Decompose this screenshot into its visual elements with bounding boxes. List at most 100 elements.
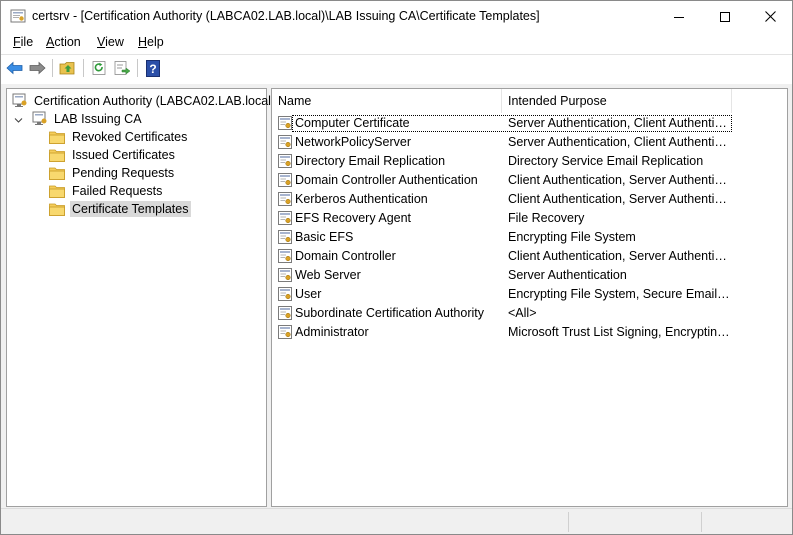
forward-button[interactable] (28, 59, 46, 77)
back-arrow-icon (6, 61, 23, 75)
template-name: Domain Controller Authentication (295, 173, 478, 187)
table-row[interactable]: Basic EFS Encrypting File System (272, 228, 787, 247)
tree-item-label: LAB Issuing CA (54, 111, 142, 126)
folder-icon (49, 148, 65, 162)
toolbar-separator (137, 59, 138, 77)
tree-item-label: Certificate Templates (70, 200, 191, 217)
menu-action[interactable]: Action (45, 35, 82, 49)
tree-item-label: Certification Authority (LABCA02.LAB.loc… (34, 93, 276, 108)
certificate-template-icon (278, 287, 292, 301)
certificate-template-icon (278, 192, 292, 206)
menu-bar: File Action View Help (1, 32, 792, 54)
certificate-template-icon (278, 135, 292, 149)
tree-item-lab-issuing-ca[interactable]: LAB Issuing CA (10, 110, 144, 127)
maximize-button[interactable] (702, 1, 748, 32)
template-name: Computer Certificate (295, 116, 410, 130)
forward-arrow-icon (29, 61, 46, 75)
export-list-button[interactable] (113, 59, 131, 77)
folder-icon (49, 202, 65, 216)
template-name: EFS Recovery Agent (295, 211, 412, 225)
certificate-template-icon (278, 325, 292, 339)
close-button[interactable] (747, 1, 793, 32)
template-intended-purpose: Server Authentication, Client Authentic.… (508, 116, 730, 130)
status-bar-divider (568, 512, 569, 532)
ca-server-icon (32, 111, 48, 126)
tree-item-failed-requests[interactable]: Failed Requests (49, 182, 164, 199)
template-intended-purpose: Client Authentication, Server Authentic.… (508, 192, 730, 206)
minimize-button[interactable] (656, 1, 702, 32)
tree-item-issued-certificates[interactable]: Issued Certificates (49, 146, 177, 163)
certificate-template-icon (278, 154, 292, 168)
template-name: Kerberos Authentication (295, 192, 428, 206)
certificate-template-icon (278, 268, 292, 282)
tree-item-label: Issued Certificates (72, 147, 175, 162)
mmc-window: certsrv - [Certification Authority (LABC… (0, 0, 793, 535)
template-intended-purpose: Microsoft Trust List Signing, Encrypting… (508, 325, 730, 339)
results-list[interactable]: Name Intended Purpose Computer Certifica… (271, 88, 788, 507)
certificate-template-icon (278, 249, 292, 263)
certificate-template-icon (278, 116, 292, 130)
menu-help[interactable]: Help (137, 35, 165, 49)
toolbar-separator (52, 59, 53, 77)
tree-item-root[interactable]: Certification Authority (LABCA02.LAB.loc… (12, 92, 277, 109)
tree-item-label: Pending Requests (72, 165, 175, 180)
status-bar (1, 508, 792, 534)
column-header-name[interactable]: Name (272, 89, 502, 113)
console-tree[interactable]: Certification Authority (LABCA02.LAB.loc… (6, 88, 275, 507)
main-panes: Certification Authority (LABCA02.LAB.loc… (1, 84, 792, 508)
column-header-intended-purpose[interactable]: Intended Purpose (502, 89, 732, 113)
up-one-level-button[interactable] (59, 59, 77, 77)
certificate-template-icon (278, 173, 292, 187)
template-intended-purpose: Server Authentication (508, 268, 627, 282)
certsrv-app-icon (10, 8, 26, 24)
close-icon (764, 11, 776, 22)
menu-view[interactable]: View (96, 35, 125, 49)
tree-item-certificate-templates[interactable]: Certificate Templates (49, 200, 191, 217)
template-intended-purpose: Client Authentication, Server Authentic.… (508, 173, 730, 187)
table-row[interactable]: Domain Controller Authentication Client A… (272, 171, 787, 190)
refresh-icon (92, 61, 106, 75)
table-row[interactable]: Administrator Microsoft Trust List Signin… (272, 323, 787, 342)
table-row[interactable]: Computer Certificate Server Authenticatio… (272, 114, 787, 133)
tree-item-revoked-certificates[interactable]: Revoked Certificates (49, 128, 189, 145)
certification-authority-icon (12, 93, 28, 108)
table-row[interactable]: Subordinate Certification Authority <All> (272, 304, 787, 323)
menu-file[interactable]: File (12, 35, 34, 49)
refresh-button[interactable] (90, 59, 108, 77)
svg-text:?: ? (149, 62, 156, 76)
back-button[interactable] (6, 59, 24, 77)
table-row[interactable]: Directory Email Replication Directory Ser… (272, 152, 787, 171)
table-row[interactable]: Kerberos Authentication Client Authentica… (272, 190, 787, 209)
template-intended-purpose: Encrypting File System (508, 230, 636, 244)
up-folder-icon (59, 62, 75, 75)
table-row[interactable]: Domain Controller Client Authentication, … (272, 247, 787, 266)
tree-item-pending-requests[interactable]: Pending Requests (49, 164, 176, 181)
toolbar: ? (1, 54, 792, 81)
certificate-template-icon (278, 230, 292, 244)
toolbar-separator (83, 59, 84, 77)
chevron-down-icon[interactable] (14, 114, 23, 123)
template-intended-purpose: Client Authentication, Server Authentic.… (508, 249, 730, 263)
template-name: User (295, 287, 322, 301)
table-row[interactable]: Web Server Server Authentication (272, 266, 787, 285)
template-intended-purpose: <All> (508, 306, 537, 320)
certificate-template-icon (278, 306, 292, 320)
table-row[interactable]: NetworkPolicyServer Server Authentication… (272, 133, 787, 152)
template-name: Web Server (295, 268, 361, 282)
title-bar[interactable]: certsrv - [Certification Authority (LABC… (1, 1, 792, 32)
template-name: Domain Controller (295, 249, 396, 263)
template-intended-purpose: Server Authentication, Client Authentic.… (508, 135, 730, 149)
list-header: Name Intended Purpose (272, 89, 787, 113)
template-intended-purpose: Directory Service Email Replication (508, 154, 704, 168)
export-list-icon (114, 61, 131, 75)
template-name: NetworkPolicyServer (295, 135, 412, 149)
template-name: Administrator (295, 325, 369, 339)
table-row[interactable]: User Encrypting File System, Secure Email… (272, 285, 787, 304)
help-button[interactable]: ? (144, 59, 162, 77)
minimize-icon (674, 16, 684, 18)
help-icon: ? (146, 59, 160, 77)
tree-item-label: Failed Requests (72, 183, 163, 198)
window-title: certsrv - [Certification Authority (LABC… (32, 9, 540, 23)
table-row[interactable]: EFS Recovery Agent File Recovery (272, 209, 787, 228)
maximize-icon (720, 11, 730, 22)
